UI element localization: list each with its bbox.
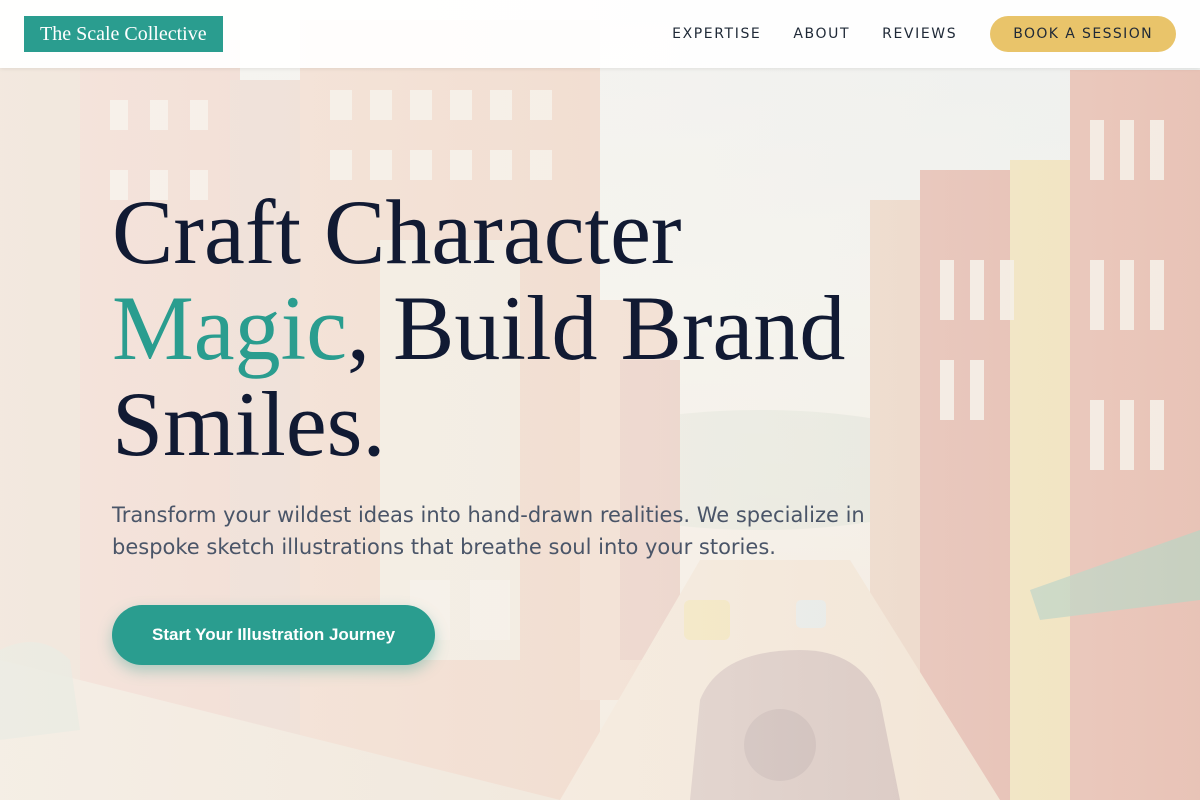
nav-link-reviews[interactable]: REVIEWS — [882, 26, 957, 42]
headline-line-2: , Build Brand — [347, 277, 846, 379]
nav-link-expertise[interactable]: EXPERTISE — [672, 26, 761, 42]
book-session-button[interactable]: BOOK A SESSION — [990, 16, 1176, 52]
landing-page: The Scale Collective EXPERTISE ABOUT REV… — [0, 0, 1200, 800]
nav-link-about[interactable]: ABOUT — [793, 26, 850, 42]
hero-section: Craft Character Magic, Build Brand Smile… — [112, 184, 912, 665]
start-journey-button[interactable]: Start Your Illustration Journey — [112, 605, 436, 665]
headline-line-3: Smiles. — [112, 373, 386, 475]
hero-headline: Craft Character Magic, Build Brand Smile… — [112, 184, 912, 472]
site-logo[interactable]: The Scale Collective — [24, 16, 223, 52]
site-header: The Scale Collective EXPERTISE ABOUT REV… — [0, 0, 1200, 68]
hero-subtitle: Transform your wildest ideas into hand-d… — [112, 503, 865, 559]
main-nav: EXPERTISE ABOUT REVIEWS BOOK A SESSION — [672, 16, 1176, 52]
headline-line-1: Craft Character — [112, 181, 682, 283]
headline-accent-word: Magic — [112, 277, 348, 379]
